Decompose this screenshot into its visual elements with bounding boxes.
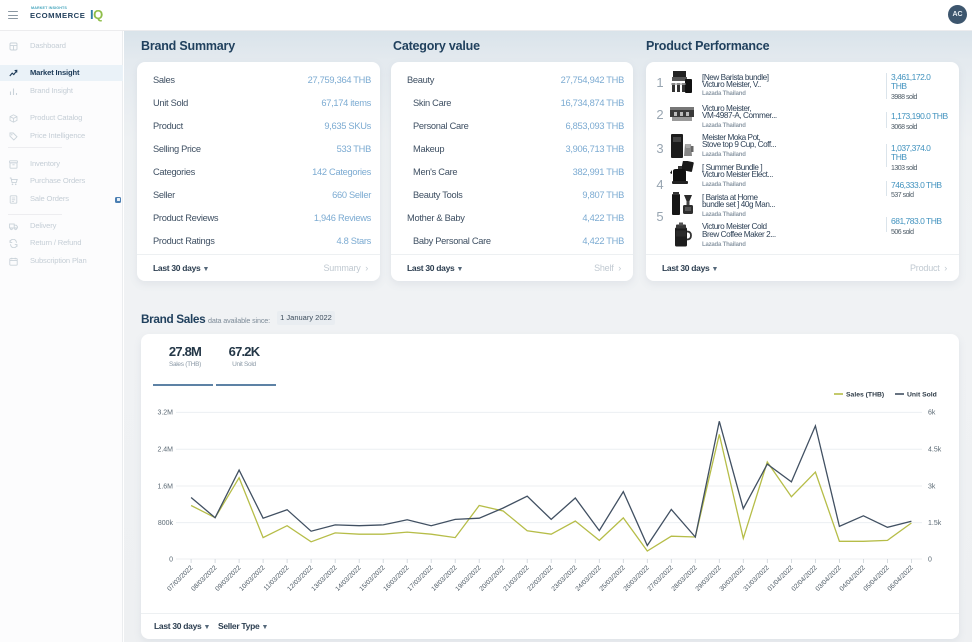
svg-text:0: 0 [928, 556, 932, 563]
svg-text:4.5k: 4.5k [928, 447, 942, 454]
svg-text:3k: 3k [928, 483, 936, 490]
svg-text:6k: 6k [928, 410, 936, 417]
svg-text:Sales (THB): Sales (THB) [846, 392, 884, 399]
svg-text:3.2M: 3.2M [157, 410, 173, 417]
svg-text:800k: 800k [158, 520, 174, 527]
svg-text:2.4M: 2.4M [157, 447, 173, 454]
svg-text:1.5k: 1.5k [928, 520, 942, 527]
svg-text:0: 0 [169, 556, 173, 563]
svg-text:Unit Sold: Unit Sold [907, 392, 937, 399]
svg-text:06/04/2022: 06/04/2022 [887, 564, 916, 593]
svg-text:1.6M: 1.6M [157, 483, 173, 490]
